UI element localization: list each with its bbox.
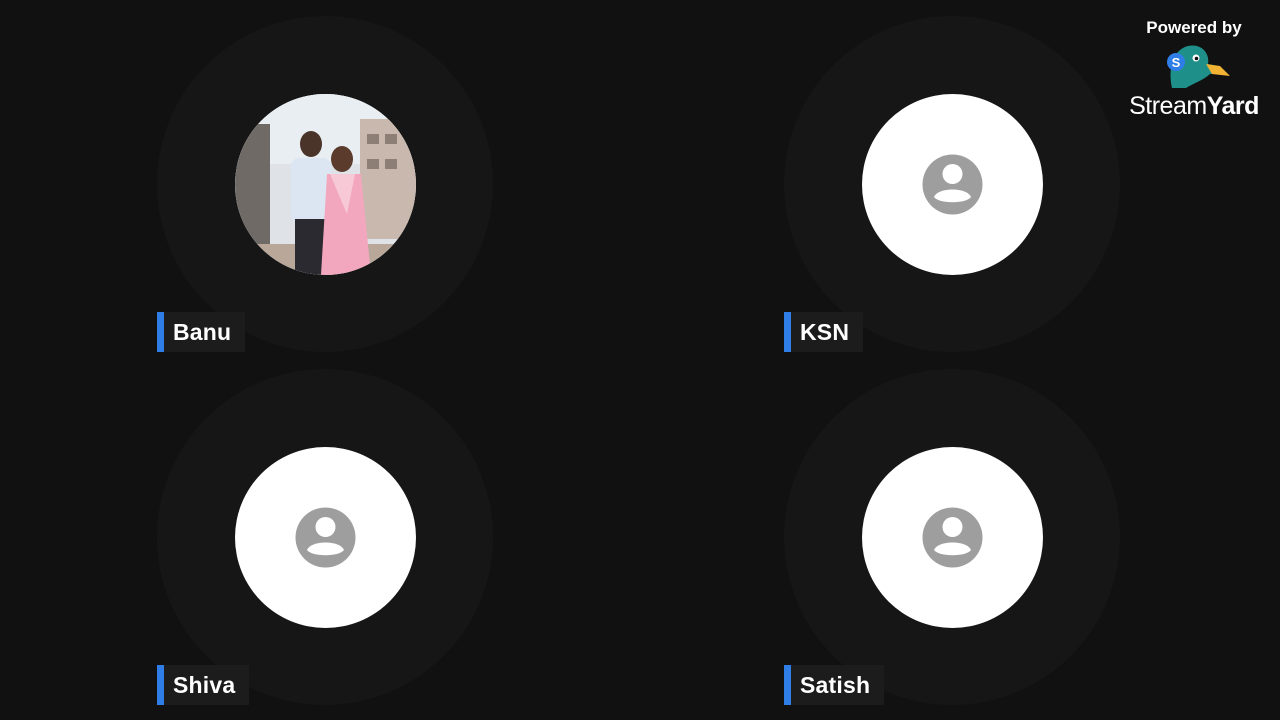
- participant-name: Banu: [173, 318, 232, 345]
- participant-nameplate: Banu: [157, 312, 246, 352]
- powered-by-label: Powered by: [1146, 18, 1242, 37]
- participant-avatar: [235, 447, 416, 628]
- participant-name: Satish: [800, 671, 871, 698]
- participant-name: KSN: [800, 318, 850, 345]
- participant-photo: [235, 94, 416, 275]
- streamyard-duck-logo: S: [1167, 45, 1230, 88]
- participant-nameplate: Shiva: [157, 665, 250, 705]
- participant-tile-ksn: KSN: [784, 16, 1124, 356]
- nameplate-accent-bar: [157, 312, 164, 352]
- participant-name: Shiva: [173, 671, 236, 698]
- default-user-icon: [295, 507, 356, 568]
- default-user-icon: [922, 154, 983, 215]
- participant-nameplate: KSN: [784, 312, 864, 352]
- default-user-icon: [922, 507, 983, 568]
- participant-tile-satish: Satish: [784, 369, 1124, 709]
- participant-tile-shiva: Shiva: [157, 369, 497, 709]
- participant-nameplate: Satish: [784, 665, 885, 705]
- nameplate-accent-bar: [784, 312, 791, 352]
- photo-couple-icon: [235, 94, 416, 275]
- stream-stage: Banu KSN Shiva Satish Powered by S Strea…: [0, 0, 1280, 720]
- participant-tile-banu: Banu: [157, 16, 497, 356]
- participant-avatar: [862, 447, 1043, 628]
- nameplate-accent-bar: [784, 665, 791, 705]
- streamyard-wordmark: StreamYard: [1129, 92, 1259, 120]
- participant-avatar: [862, 94, 1043, 275]
- streamyard-branding: Powered by S StreamYard: [1124, 16, 1264, 136]
- nameplate-accent-bar: [157, 665, 164, 705]
- svg-text:S: S: [1172, 55, 1181, 70]
